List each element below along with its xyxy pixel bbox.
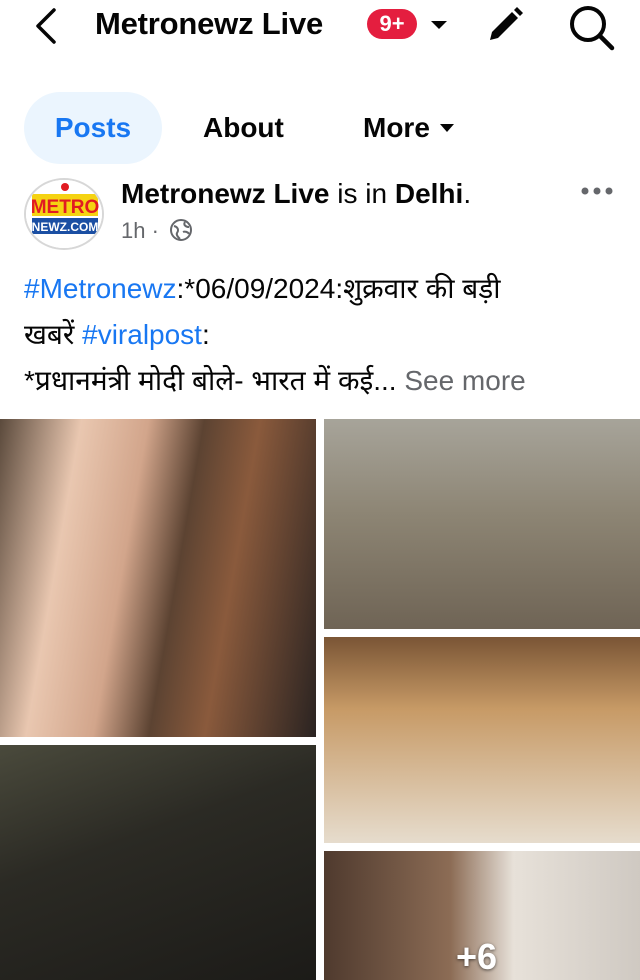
caret-down-icon — [431, 21, 447, 29]
notification-badge: 9+ — [367, 9, 417, 39]
post-text-line-3: *प्रधानमंत्री मोदी बोले- भारत में कई... … — [24, 358, 624, 404]
post-photo-4[interactable] — [324, 637, 640, 843]
tab-about[interactable]: About — [203, 92, 284, 164]
post-photo-1[interactable] — [0, 419, 316, 737]
hashtag-viralpost[interactable]: #viralpost — [82, 319, 202, 350]
meta-separator: · — [151, 218, 159, 243]
edit-icon — [490, 7, 523, 40]
svg-text:NEWZ.COM: NEWZ.COM — [32, 220, 99, 234]
back-icon — [36, 8, 56, 44]
post-photo-2[interactable] — [324, 419, 640, 629]
post-text-line-3-body: *प्रधानमंत्री मोदी बोले- भारत में कई... — [24, 365, 405, 396]
post-photo-3[interactable] — [0, 745, 316, 980]
globe-icon — [170, 219, 193, 242]
page-switch-dropdown[interactable] — [426, 12, 452, 38]
tab-more[interactable]: More — [363, 92, 458, 164]
edit-button[interactable] — [484, 4, 526, 46]
caret-down-icon — [439, 123, 454, 132]
page-title[interactable]: Metronewz Live — [95, 6, 323, 42]
post-text-line-2-rest: : — [201, 319, 210, 350]
post-meta: 1h · — [121, 218, 193, 244]
post-text-line-2: खबरें #viralpost: — [24, 312, 624, 358]
search-icon — [570, 6, 615, 51]
post-author-line: Metronewz Live is in Delhi. — [121, 178, 471, 210]
avatar[interactable]: METRO NEWZ.COM — [24, 178, 104, 250]
tab-posts[interactable]: Posts — [24, 92, 162, 164]
post-location[interactable]: Delhi — [395, 178, 463, 209]
search-button[interactable] — [566, 2, 616, 52]
more-photos-count[interactable]: +6 — [456, 936, 497, 978]
see-more-link[interactable]: See more — [404, 365, 525, 396]
post-time[interactable]: 1h — [121, 218, 145, 243]
svg-text:METRO: METRO — [31, 197, 100, 218]
post-text-line-1-rest: :*06/09/2024:शुक्रवार की बड़ी — [176, 273, 501, 304]
page-tabs: Posts About More — [0, 92, 640, 164]
more-dots-icon — [581, 187, 613, 195]
metronewz-logo: METRO NEWZ.COM — [26, 180, 102, 248]
location-prefix: is in — [329, 178, 395, 209]
post-text: #Metronewz:*06/09/2024:शुक्रवार की बड़ी … — [24, 266, 624, 404]
back-button[interactable] — [28, 4, 68, 48]
tab-more-label: More — [363, 112, 430, 143]
post-author[interactable]: Metronewz Live — [121, 178, 329, 209]
post-text-line-1: #Metronewz:*06/09/2024:शुक्रवार की बड़ी — [24, 266, 624, 312]
post-options-button[interactable] — [577, 178, 617, 204]
hashtag-metronewz[interactable]: #Metronewz — [24, 273, 177, 304]
location-suffix: . — [463, 178, 472, 209]
post-text-line-2-start: खबरें — [24, 319, 83, 350]
top-bar: Metronewz Live 9+ — [0, 0, 640, 56]
